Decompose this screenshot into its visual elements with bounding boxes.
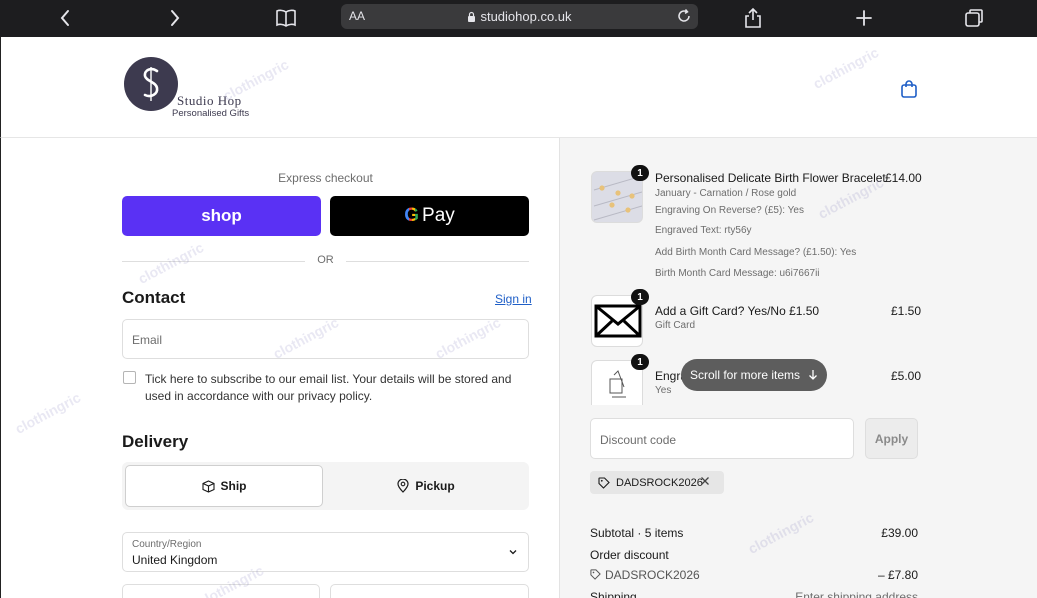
item-title: Add a Gift Card? Yes/No £1.50 — [655, 304, 820, 318]
subtotal-label: Subtotal · 5 items — [590, 526, 684, 540]
item-price: £1.50 — [891, 304, 922, 318]
email-input[interactable]: Email — [122, 319, 529, 359]
shopping-bag-icon[interactable] — [900, 79, 918, 99]
discount-code-label: DADSROCK2026 — [605, 568, 700, 582]
item-detail: January - Carnation / Rose gold — [655, 188, 797, 199]
address-bar[interactable]: AA studiohop.co.uk — [341, 4, 698, 29]
lock-icon — [468, 11, 476, 22]
discount-code-input[interactable]: Discount code — [590, 418, 854, 459]
arrow-down-icon — [809, 370, 817, 380]
forward-icon[interactable] — [160, 6, 190, 30]
store-tagline: Personalised Gifts — [172, 108, 250, 119]
country-value: United Kingdom — [132, 553, 218, 567]
box-icon — [201, 479, 215, 493]
item-detail: Engraved Text: rty56y — [655, 225, 752, 236]
item-title: Personalised Delicate Birth Flower Brace… — [655, 171, 886, 185]
location-pin-icon — [397, 479, 409, 493]
country-label: Country/Region — [132, 539, 202, 550]
share-icon[interactable] — [738, 6, 768, 30]
item-detail: Yes — [655, 385, 672, 396]
shipping-label: Shipping — [590, 590, 637, 598]
item-detail: Birth Month Card Message: u6i7667ii — [655, 268, 820, 279]
store-logo[interactable] — [124, 57, 178, 111]
cart-item: 1 Personalised Delicate Birth Flower Bra… — [591, 165, 918, 279]
google-pay-button[interactable]: G Pay — [330, 196, 529, 236]
quantity-badge: 1 — [631, 165, 649, 181]
google-g-icon: G — [404, 205, 420, 226]
logo-monogram-icon — [143, 67, 159, 101]
pickup-label: Pickup — [415, 479, 455, 493]
discount-value: – £7.80 — [877, 568, 918, 582]
subscribe-checkbox[interactable] — [123, 371, 136, 384]
remove-discount-icon[interactable] — [699, 475, 711, 487]
item-detail: Engraving On Reverse? (£5): Yes — [655, 205, 804, 216]
checkout-form: Express checkout shop G Pay OR Contact S… — [0, 138, 559, 598]
delivery-method-toggle: Ship Pickup — [122, 462, 529, 510]
subtotal-value: £39.00 — [881, 526, 918, 540]
applied-code-label: DADSROCK2026 — [616, 476, 703, 489]
contact-heading: Contact — [122, 288, 186, 307]
first-name-input[interactable] — [122, 584, 320, 598]
delivery-heading: Delivery — [122, 432, 189, 451]
last-name-input[interactable] — [330, 584, 529, 598]
discount-placeholder: Discount code — [600, 433, 677, 447]
url-text: studiohop.co.uk — [480, 9, 572, 24]
checkout-page: AA studiohop.co.uk Studio Hop Personalis… — [0, 0, 1037, 598]
ship-option[interactable]: Ship — [125, 465, 323, 507]
item-detail: Gift Card — [655, 320, 696, 331]
sign-in-link[interactable]: Sign in — [495, 292, 532, 306]
subtotal-row: Subtotal · 5 items £39.00 — [590, 526, 918, 540]
applied-discount-chip: DADSROCK2026 — [590, 471, 724, 494]
item-price: £5.00 — [891, 369, 922, 383]
bookmarks-icon[interactable] — [271, 6, 301, 30]
chevron-down-icon — [509, 550, 517, 555]
shop-pay-label: shop — [201, 206, 242, 225]
back-icon[interactable] — [50, 6, 80, 30]
scroll-hint-label: Scroll for more items — [689, 368, 801, 382]
country-select[interactable]: Country/Region United Kingdom — [122, 532, 529, 572]
scroll-for-more-button[interactable]: Scroll for more items — [681, 359, 827, 391]
tag-icon — [598, 476, 610, 489]
discount-code-row: DADSROCK2026 – £7.80 — [590, 568, 918, 582]
subscribe-label: Tick here to subscribe to our email list… — [145, 372, 512, 403]
quantity-badge: 1 — [631, 354, 649, 370]
store-header: Studio Hop Personalised Gifts — [0, 37, 1037, 138]
ship-label: Ship — [220, 479, 247, 493]
email-placeholder: Email — [132, 333, 163, 347]
express-checkout-label: Express checkout — [278, 171, 373, 185]
apply-discount-button[interactable]: Apply — [865, 418, 918, 459]
shipping-row: Shipping Enter shipping address — [590, 590, 918, 598]
tag-icon — [590, 569, 601, 580]
reload-icon[interactable] — [676, 8, 692, 24]
cart-item: 1 Add a Gift Card? Yes/No £1.50 Gift Car… — [591, 289, 918, 347]
quantity-badge: 1 — [631, 289, 649, 305]
store-name: Studio Hop — [177, 93, 242, 108]
tabs-overview-icon[interactable] — [959, 6, 989, 30]
shop-pay-button[interactable]: shop — [122, 196, 321, 236]
or-divider: OR — [122, 254, 529, 268]
new-tab-icon[interactable] — [849, 6, 879, 30]
item-price: £14.00 — [885, 171, 922, 185]
shipping-value: Enter shipping address — [795, 590, 918, 598]
google-pay-label: Pay — [422, 205, 455, 226]
item-detail: Add Birth Month Card Message? (£1.50): Y… — [655, 247, 857, 258]
browser-toolbar: AA studiohop.co.uk — [0, 0, 1037, 37]
pickup-option[interactable]: Pickup — [326, 465, 526, 507]
order-discount-row: Order discount — [590, 548, 918, 562]
order-discount-label: Order discount — [590, 548, 669, 562]
